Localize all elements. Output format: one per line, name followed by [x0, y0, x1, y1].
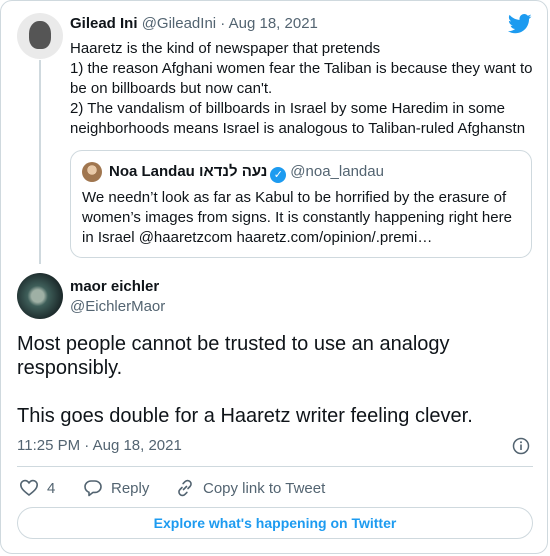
reply-label: Reply: [111, 479, 150, 497]
reply-icon: [84, 480, 102, 497]
tweet-date[interactable]: · Aug 18, 2021: [220, 15, 318, 32]
quote-text: We needn’t look as far as Kabul to be ho…: [82, 189, 512, 246]
divider: [17, 466, 533, 467]
link-icon: [178, 479, 192, 497]
avatar[interactable]: [17, 13, 63, 59]
avatar[interactable]: [17, 273, 63, 319]
copy-link-label: Copy link to Tweet: [203, 479, 326, 497]
explore-twitter-button[interactable]: Explore what's happening on Twitter: [17, 507, 533, 539]
quoted-tweet[interactable]: Noa Landau נעה לנדאו ✓ @noa_landau We need…: [70, 150, 532, 258]
like-count: 4: [47, 479, 56, 497]
quote-avatar: [82, 162, 102, 182]
author-name[interactable]: Gilead Ini: [70, 15, 138, 32]
author-name[interactable]: maor eichler: [70, 278, 159, 295]
author-handle[interactable]: @GileadIni: [142, 15, 216, 32]
copy-link-button[interactable]: Copy link to Tweet: [175, 478, 325, 498]
like-button[interactable]: 4: [19, 478, 55, 498]
quote-author-name: Noa Landau נעה לנדאו: [109, 163, 268, 180]
tweet-timestamp[interactable]: 11:25 PM · Aug 18, 2021: [17, 437, 182, 454]
tweet-header: Gilead Ini @GileadIni · Aug 18, 2021: [70, 15, 318, 32]
reply-button[interactable]: Reply: [83, 478, 149, 498]
quote-author-handle: @noa_landau: [290, 163, 384, 180]
author-handle[interactable]: @EichlerMaor: [70, 298, 165, 315]
twitter-logo-icon[interactable]: [508, 14, 532, 34]
thread-connector-line: [39, 60, 41, 264]
heart-icon: [19, 479, 39, 497]
tweet-text: Haaretz is the kind of newspaper that pr…: [70, 40, 533, 137]
info-icon[interactable]: [512, 437, 530, 455]
quote-header: Noa Landau נעה לנדאו ✓ @noa_landau: [109, 163, 384, 183]
main-tweet-text: Most people cannot be trusted to use an …: [17, 333, 473, 427]
verified-badge-icon: ✓: [270, 167, 287, 183]
